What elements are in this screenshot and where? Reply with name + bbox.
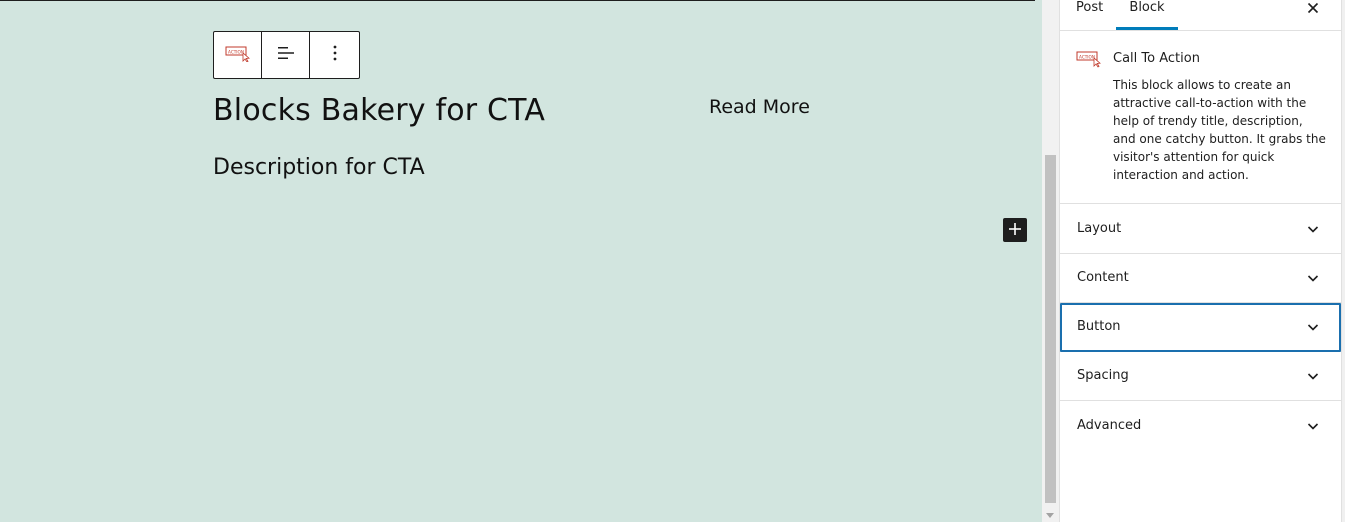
active-tab-indicator <box>1116 27 1178 30</box>
chevron-down-icon <box>1306 221 1320 235</box>
block-type-button[interactable]: ACTION <box>214 32 262 78</box>
scroll-down-arrow-icon[interactable] <box>1046 513 1054 518</box>
panel-label: Spacing <box>1077 368 1129 383</box>
block-toolbar: ACTION <box>213 31 360 79</box>
panel-label: Content <box>1077 270 1129 285</box>
svg-text:ACTION: ACTION <box>1079 54 1095 59</box>
scrollbar-thumb[interactable] <box>1045 155 1056 503</box>
tab-post[interactable]: Post <box>1076 0 1103 30</box>
block-inserter-button[interactable] <box>1003 218 1027 242</box>
panel-label: Advanced <box>1077 418 1142 433</box>
canvas-scrollbar[interactable] <box>1042 0 1059 522</box>
cta-button[interactable]: Read More <box>709 96 810 118</box>
block-card-description: This block allows to create an attractiv… <box>1113 78 1326 182</box>
editor-canvas: ACTION Blocks Bakery for CTA Description… <box>0 0 1042 522</box>
plus-icon <box>1008 221 1022 240</box>
cta-title[interactable]: Blocks Bakery for CTA <box>213 93 545 128</box>
panel-label: Layout <box>1077 221 1122 236</box>
chevron-down-icon <box>1306 418 1320 432</box>
panel-layout[interactable]: Layout <box>1060 205 1341 254</box>
settings-sidebar: Post Block ACTION Call To Action This bl… <box>1060 0 1341 522</box>
window-scrollbar-edge <box>1341 0 1345 522</box>
chevron-down-icon <box>1306 368 1320 382</box>
panel-button[interactable]: Button <box>1060 303 1341 352</box>
close-sidebar-button[interactable] <box>1305 0 1321 16</box>
call-to-action-block-icon: ACTION <box>225 44 251 66</box>
panel-advanced[interactable]: Advanced <box>1060 402 1341 451</box>
cta-description[interactable]: Description for CTA <box>213 155 425 180</box>
sidebar-tabs: Post Block <box>1060 0 1341 31</box>
block-card: ACTION Call To Action This block allows … <box>1060 31 1341 204</box>
canvas-top-border <box>0 0 1035 1</box>
chevron-down-icon <box>1306 319 1320 333</box>
more-options-button[interactable] <box>310 32 359 78</box>
align-button[interactable] <box>262 32 310 78</box>
more-options-icon <box>332 44 338 66</box>
svg-text:ACTION: ACTION <box>228 49 244 54</box>
close-icon <box>1307 0 1319 18</box>
panel-content[interactable]: Content <box>1060 254 1341 303</box>
tab-block[interactable]: Block <box>1116 0 1178 30</box>
call-to-action-icon: ACTION <box>1076 50 1102 68</box>
panel-label: Button <box>1077 319 1121 334</box>
block-card-title: Call To Action <box>1113 51 1200 66</box>
align-icon <box>276 43 296 67</box>
chevron-down-icon <box>1306 270 1320 284</box>
panel-spacing[interactable]: Spacing <box>1060 352 1341 401</box>
